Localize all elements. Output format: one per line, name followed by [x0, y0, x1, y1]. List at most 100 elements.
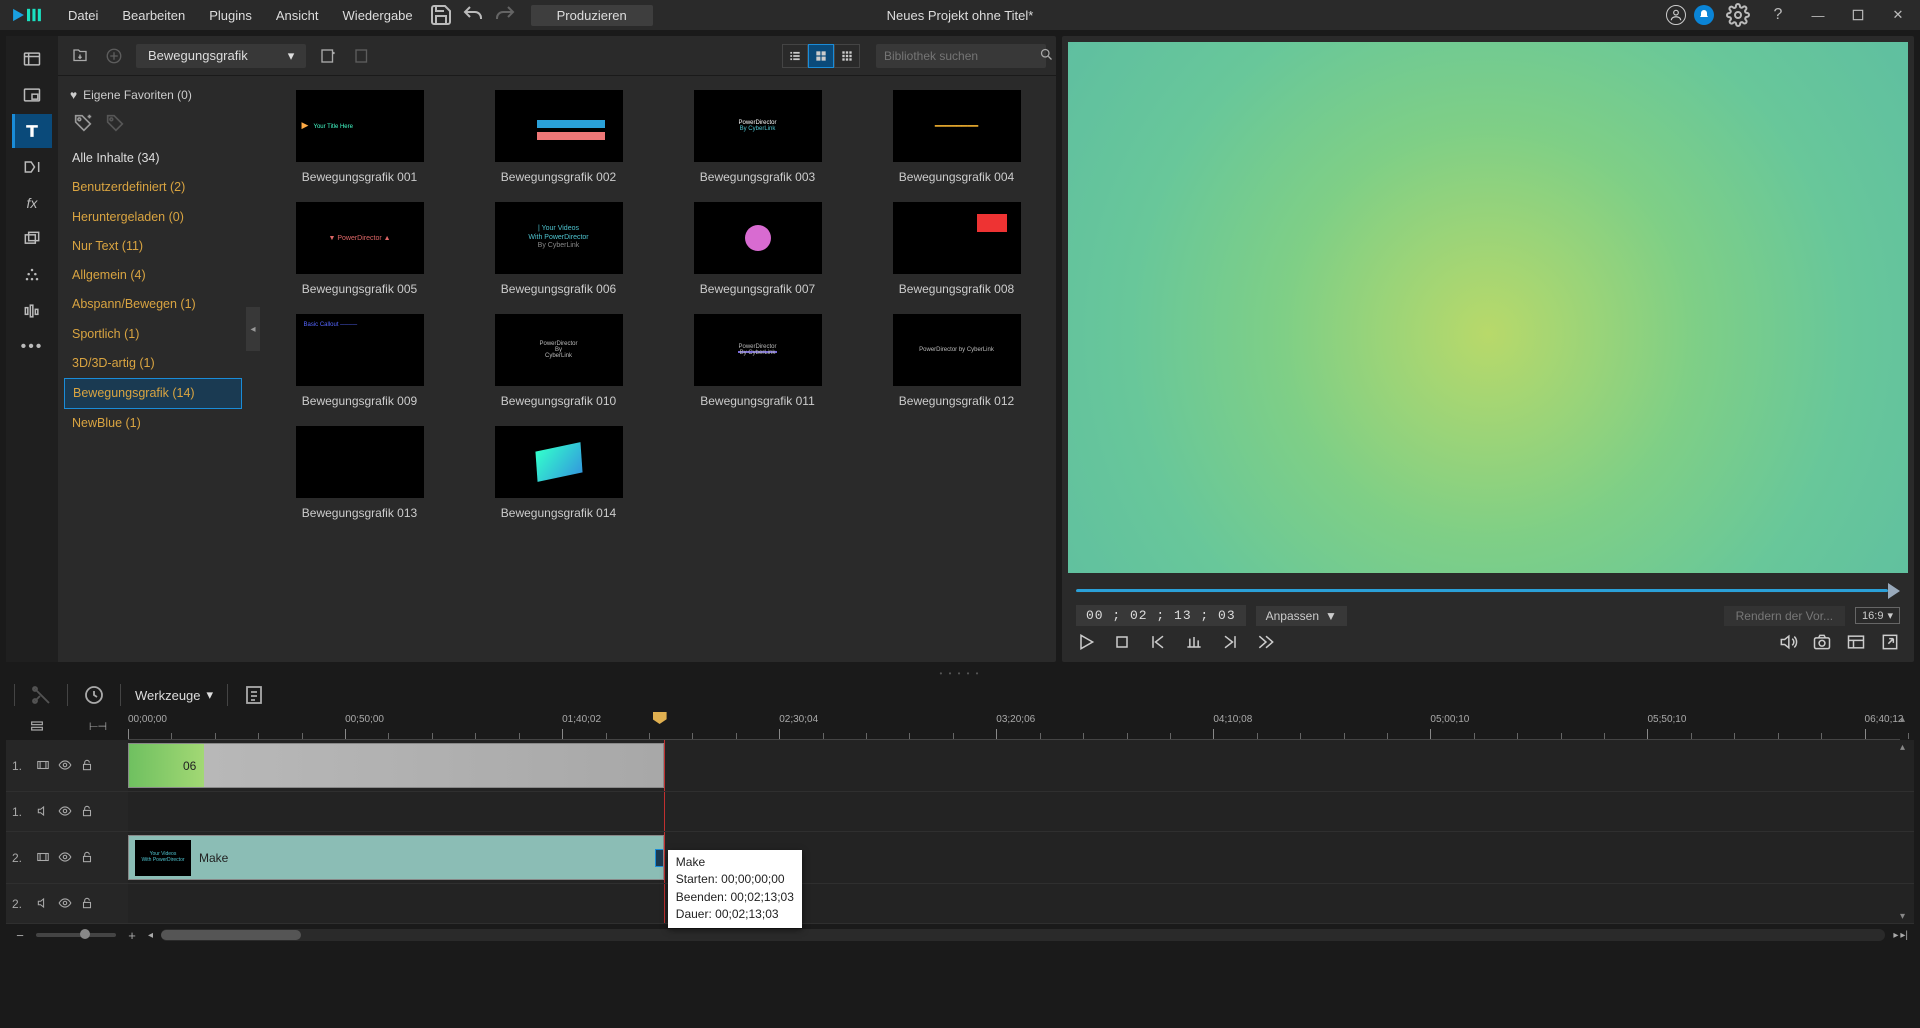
zoom-slider[interactable]: [36, 933, 116, 937]
favorites-row[interactable]: ♥ Eigene Favoriten (0): [64, 84, 242, 106]
zoom-fit-dropdown[interactable]: Anpassen▼: [1256, 606, 1347, 626]
thumbnail-item[interactable]: Bewegungsgrafik 001: [268, 90, 451, 184]
prev-frame-button[interactable]: [1148, 632, 1168, 652]
maximize-icon[interactable]: [1846, 3, 1870, 27]
thumbnail-item[interactable]: | Your VideosWith PowerDirectorBy CyberL…: [467, 202, 650, 296]
settings-icon[interactable]: [1726, 3, 1750, 27]
category-item[interactable]: Bewegungsgrafik (14): [64, 378, 242, 409]
thumbnail-item[interactable]: PowerDirectorByCyberLinkBewegungsgrafik …: [467, 314, 650, 408]
room-title[interactable]: [12, 114, 52, 148]
room-particles[interactable]: [12, 258, 52, 292]
category-item[interactable]: NewBlue (1): [64, 409, 242, 438]
clip-video-1[interactable]: 06: [128, 743, 664, 788]
category-item[interactable]: Heruntergeladen (0): [64, 203, 242, 232]
next-frame-button[interactable]: [1220, 632, 1240, 652]
timeline-settings-icon[interactable]: [242, 683, 266, 707]
split-clip-icon[interactable]: [29, 683, 53, 707]
download-icon[interactable]: [102, 44, 126, 68]
snap-icon[interactable]: ⊢⊣: [88, 716, 108, 736]
produce-button[interactable]: Produzieren: [531, 5, 653, 26]
menu-playback[interactable]: Wiedergabe: [331, 8, 425, 23]
stop-button[interactable]: [1112, 632, 1132, 652]
view-grid-small[interactable]: [834, 44, 860, 68]
notification-icon[interactable]: [1694, 5, 1714, 25]
tools-dropdown[interactable]: Werkzeuge ▾: [135, 687, 213, 703]
scroll-right[interactable]: ▸: [1893, 930, 1898, 941]
timeline-hscroll[interactable]: [161, 929, 1885, 941]
category-dropdown[interactable]: Bewegungsgrafik ▾: [136, 44, 306, 68]
room-overlay[interactable]: [12, 222, 52, 256]
minimize-icon[interactable]: —: [1806, 3, 1830, 27]
thumbnail-item[interactable]: Bewegungsgrafik 014: [467, 426, 650, 520]
timeline-ruler[interactable]: 00;00;0000;50;0001;40;0202;30;0403;20;06…: [128, 712, 1900, 740]
add-tag-icon[interactable]: [72, 112, 94, 134]
snapshot-icon[interactable]: [1812, 632, 1832, 652]
lock-icon[interactable]: [80, 758, 96, 774]
volume-icon[interactable]: [1778, 632, 1798, 652]
scroll-end[interactable]: ▸|: [1900, 930, 1908, 941]
edit-template-icon[interactable]: [350, 44, 374, 68]
zoom-out-button[interactable]: −: [12, 927, 28, 943]
visibility-icon[interactable]: [58, 804, 74, 820]
category-item[interactable]: Allgemein (4): [64, 261, 242, 290]
track-scroll-down[interactable]: ▾: [1900, 911, 1912, 922]
category-item[interactable]: Nur Text (11): [64, 232, 242, 261]
scroll-left[interactable]: ◂: [148, 930, 153, 941]
room-media[interactable]: [12, 42, 52, 76]
track-display-icon[interactable]: [27, 716, 47, 736]
lock-icon[interactable]: [80, 804, 96, 820]
menu-view[interactable]: Ansicht: [264, 8, 331, 23]
preview-scrubber[interactable]: [1076, 583, 1900, 599]
category-item[interactable]: 3D/3D-artig (1): [64, 349, 242, 378]
clip-title-1[interactable]: Your VideosWith PowerDirector Make: [128, 835, 664, 880]
undo-icon[interactable]: [461, 3, 485, 27]
track-scroll-up[interactable]: ▴: [1900, 742, 1912, 753]
search-icon[interactable]: [1039, 47, 1054, 65]
mark-button[interactable]: [1184, 632, 1204, 652]
library-search[interactable]: [876, 44, 1046, 68]
playhead[interactable]: [653, 712, 667, 724]
thumbnail-item[interactable]: Bewegungsgrafik 013: [268, 426, 451, 520]
undock-icon[interactable]: [1880, 632, 1900, 652]
room-fx[interactable]: fx: [12, 186, 52, 220]
display-options-icon[interactable]: [1846, 632, 1866, 652]
view-list[interactable]: [782, 44, 808, 68]
visibility-icon[interactable]: [58, 850, 74, 866]
search-input[interactable]: [884, 49, 1039, 63]
keyframe-icon[interactable]: [82, 683, 106, 707]
room-more[interactable]: •••: [12, 330, 52, 364]
visibility-icon[interactable]: [58, 896, 74, 912]
thumbnail-item[interactable]: Bewegungsgrafik 007: [666, 202, 849, 296]
aspect-ratio-dropdown[interactable]: 16:9▾: [1855, 607, 1900, 624]
category-item[interactable]: Benutzerdefiniert (2): [64, 173, 242, 202]
preview-viewport[interactable]: [1068, 42, 1908, 573]
collapse-categories[interactable]: ◂: [246, 307, 260, 351]
room-pip[interactable]: [12, 78, 52, 112]
ruler-expand[interactable]: ▴: [1900, 714, 1912, 725]
menu-edit[interactable]: Bearbeiten: [110, 8, 197, 23]
panel-resize-handle[interactable]: • • • • •: [0, 668, 1920, 678]
save-icon[interactable]: [429, 3, 453, 27]
new-template-icon[interactable]: [316, 44, 340, 68]
help-icon[interactable]: ?: [1766, 3, 1790, 27]
thumbnail-item[interactable]: PowerDirectorBy CyberLinkBewegungsgrafik…: [666, 90, 849, 184]
lock-icon[interactable]: [80, 896, 96, 912]
visibility-icon[interactable]: [58, 758, 74, 774]
redo-icon[interactable]: [493, 3, 517, 27]
thumbnail-item[interactable]: Bewegungsgrafik 002: [467, 90, 650, 184]
category-item[interactable]: Alle Inhalte (34): [64, 144, 242, 173]
thumbnail-item[interactable]: Basic Callout ────Bewegungsgrafik 009: [268, 314, 451, 408]
import-icon[interactable]: [68, 44, 92, 68]
zoom-in-button[interactable]: +: [124, 927, 140, 943]
view-grid-large[interactable]: [808, 44, 834, 68]
play-button[interactable]: [1076, 632, 1096, 652]
close-icon[interactable]: ✕: [1886, 3, 1910, 27]
menu-file[interactable]: Datei: [56, 8, 110, 23]
thumbnail-item[interactable]: Bewegungsgrafik 005: [268, 202, 451, 296]
category-item[interactable]: Abspann/Bewegen (1): [64, 290, 242, 319]
room-audio[interactable]: [12, 294, 52, 328]
remove-tag-icon[interactable]: [104, 112, 126, 134]
render-preview-button[interactable]: Rendern der Vor...: [1724, 606, 1845, 626]
preview-timecode[interactable]: 00 ; 02 ; 13 ; 03: [1076, 605, 1246, 626]
thumbnail-item[interactable]: PowerDirector by CyberLinkBewegungsgrafi…: [865, 314, 1048, 408]
